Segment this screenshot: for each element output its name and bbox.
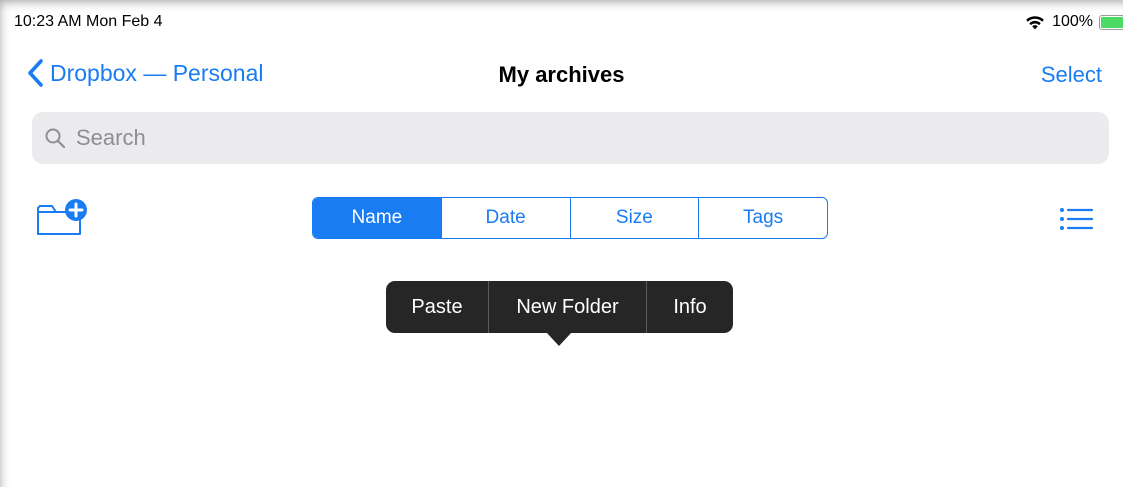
navigation-bar: Dropbox — Personal My archives Select xyxy=(0,50,1123,98)
page-title: My archives xyxy=(498,62,625,87)
sort-tab-size[interactable]: Size xyxy=(569,198,699,238)
sort-tab-date[interactable]: Date xyxy=(440,198,570,238)
search-icon xyxy=(45,128,66,149)
context-menu: Paste New Folder Info xyxy=(386,281,733,333)
search-input[interactable] xyxy=(74,124,978,152)
status-bar: 10:23 AM Mon Feb 4 100% xyxy=(0,0,1123,44)
search-bar[interactable] xyxy=(32,112,1109,164)
sort-tab-tags[interactable]: Tags xyxy=(698,198,827,238)
status-time: 10:23 AM Mon Feb 4 xyxy=(14,13,163,30)
list-icon[interactable] xyxy=(1059,206,1093,232)
status-right: 100% xyxy=(1024,12,1123,32)
wifi-icon xyxy=(1026,16,1044,30)
select-button[interactable]: Select xyxy=(1041,62,1102,88)
sort-segmented-control: Name Date Size Tags xyxy=(312,197,828,239)
battery-icon xyxy=(1099,14,1123,30)
menu-item-new-folder[interactable]: New Folder xyxy=(488,281,646,333)
battery-level xyxy=(1101,16,1123,28)
menu-item-info[interactable]: Info xyxy=(646,281,733,333)
menu-item-paste[interactable]: Paste xyxy=(386,281,488,333)
context-menu-arrow xyxy=(546,332,572,346)
battery-percentage: 100% xyxy=(1052,13,1093,30)
folder-plus-icon[interactable] xyxy=(36,198,90,238)
sort-tab-name[interactable]: Name xyxy=(313,198,441,238)
